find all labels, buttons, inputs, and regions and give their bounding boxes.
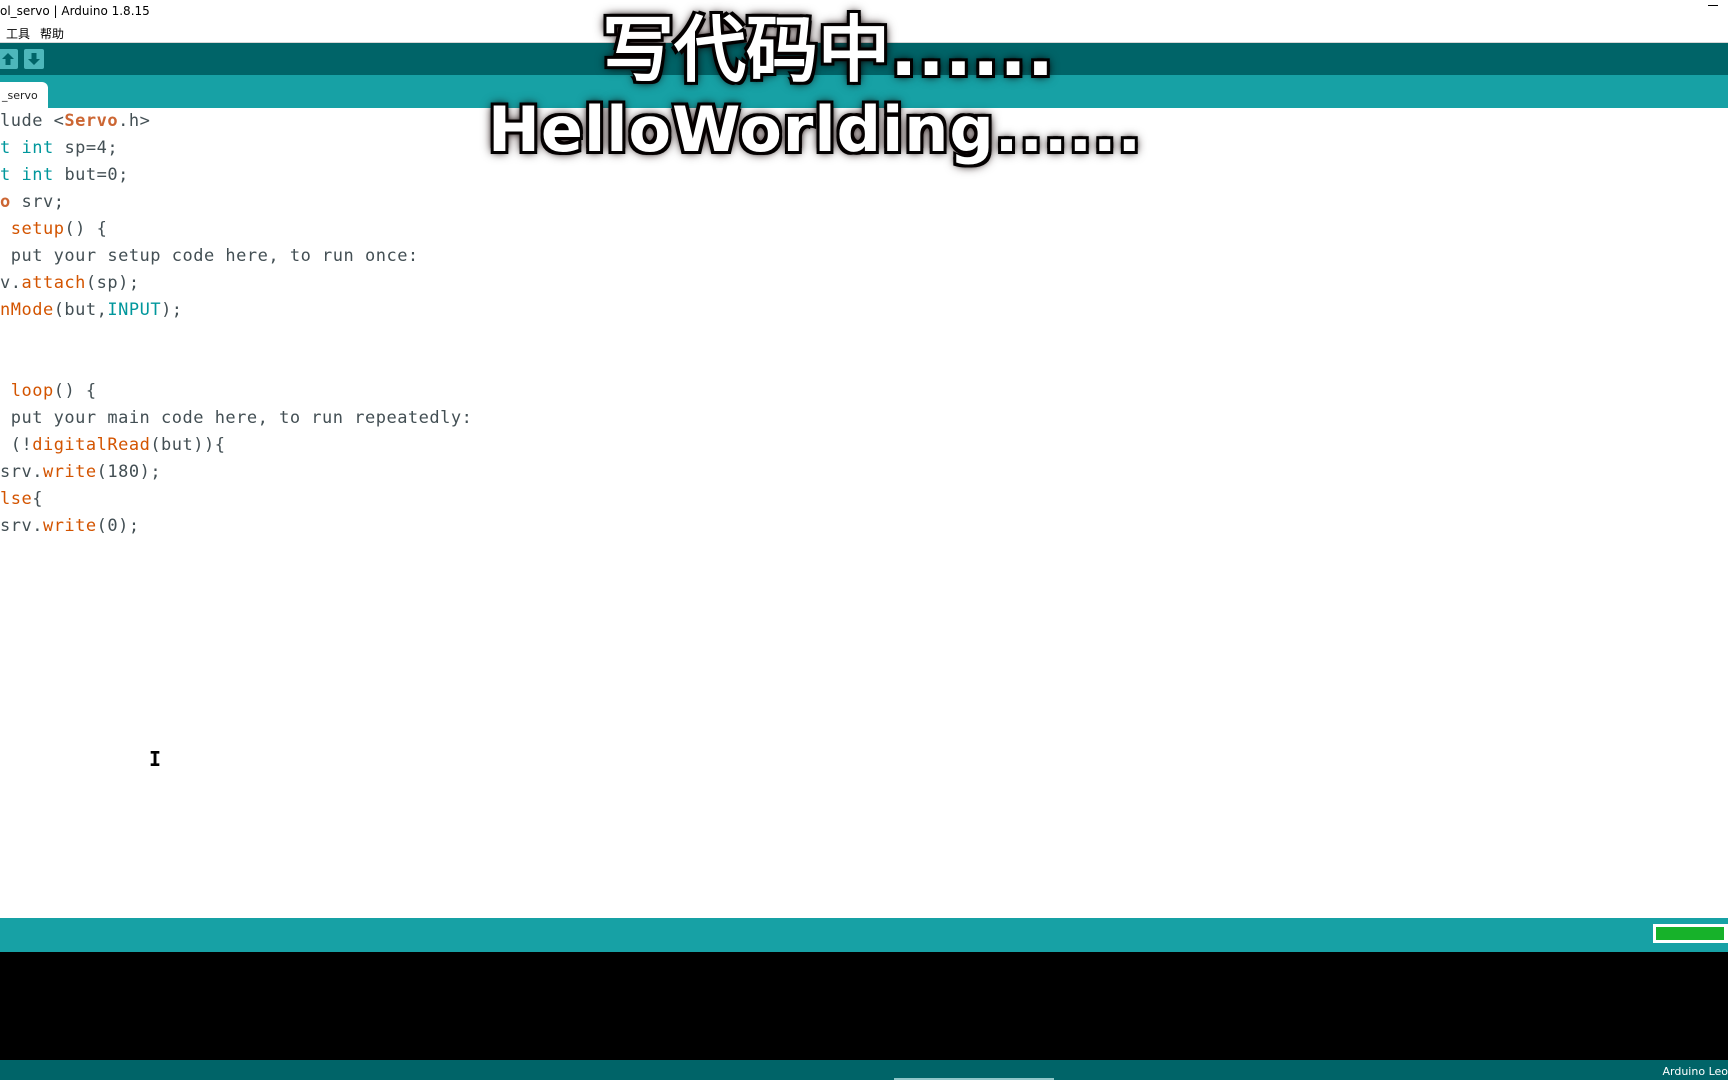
- arrow-down-icon: [28, 53, 40, 65]
- open-button[interactable]: [0, 49, 18, 69]
- overlay-caption-english: HelloWorlding......: [488, 93, 1143, 166]
- code-token: t: [0, 165, 22, 185]
- code-token: sp=4;: [53, 138, 119, 158]
- code-token: (but)){: [150, 435, 226, 455]
- code-token: setup: [10, 219, 65, 239]
- code-line[interactable]: srv.write(0);: [0, 516, 140, 543]
- code-token: t: [0, 138, 22, 158]
- code-token: srv;: [10, 192, 65, 212]
- code-line[interactable]: nMode(but,INPUT);: [0, 300, 183, 327]
- code-token: digitalRead: [32, 435, 151, 455]
- code-line[interactable]: setup() {: [0, 219, 107, 246]
- code-token: int: [21, 138, 54, 158]
- code-token: .h>: [118, 111, 151, 131]
- status-bar: Arduino Leo: [0, 1060, 1728, 1080]
- code-token: lude <: [0, 111, 65, 131]
- code-line[interactable]: v.attach(sp);: [0, 273, 140, 300]
- save-button[interactable]: [24, 49, 44, 69]
- code-token: );: [161, 300, 183, 320]
- code-token: (but,: [53, 300, 108, 320]
- code-line[interactable]: (!digitalRead(but)){: [0, 435, 225, 462]
- code-token: srv.: [0, 516, 43, 536]
- code-token: (!: [0, 435, 33, 455]
- code-line[interactable]: t int sp=4;: [0, 138, 118, 165]
- progress-bar: [1653, 924, 1728, 943]
- progress-fill: [1656, 927, 1724, 940]
- console-output[interactable]: [0, 952, 1728, 1060]
- board-name: Arduino Leo: [1662, 1065, 1728, 1078]
- menu-tools[interactable]: 工具: [6, 25, 30, 42]
- code-token: put your setup code here, to run once:: [0, 246, 419, 266]
- code-line[interactable]: loop() {: [0, 381, 97, 408]
- code-token: nMode: [0, 300, 54, 320]
- code-token: (180);: [96, 462, 162, 482]
- code-token: lse: [0, 489, 33, 509]
- code-token: loop: [10, 381, 54, 401]
- menu-help[interactable]: 帮助: [40, 25, 64, 42]
- code-token: {: [32, 489, 43, 509]
- code-line[interactable]: put your setup code here, to run once:: [0, 246, 419, 273]
- code-token: but=0;: [53, 165, 129, 185]
- text-cursor-icon: I: [149, 747, 162, 771]
- code-token: () {: [64, 219, 108, 239]
- minimize-icon[interactable]: [1706, 0, 1720, 10]
- window-title: ol_servo | Arduino 1.8.15: [0, 4, 150, 18]
- code-token: INPUT: [107, 300, 162, 320]
- code-line[interactable]: lse{: [0, 489, 43, 516]
- code-line[interactable]: lude <Servo.h>: [0, 111, 150, 138]
- arrow-up-icon: [2, 53, 14, 65]
- code-token: write: [42, 462, 97, 482]
- code-token: o: [0, 192, 11, 212]
- code-token: (sp);: [85, 273, 140, 293]
- code-token: int: [21, 165, 54, 185]
- editor-status-bar: [0, 918, 1728, 952]
- code-token: srv.: [0, 462, 43, 482]
- code-line[interactable]: srv.write(180);: [0, 462, 161, 489]
- overlay-caption-chinese: 写代码中......: [602, 8, 1055, 92]
- code-token: v.: [0, 273, 22, 293]
- tab-label: _servo: [2, 89, 38, 102]
- code-line[interactable]: t int but=0;: [0, 165, 129, 192]
- tab-sketch[interactable]: _servo: [0, 82, 48, 108]
- code-token: (0);: [96, 516, 140, 536]
- code-line[interactable]: o srv;: [0, 192, 64, 219]
- code-token: write: [42, 516, 97, 536]
- code-token: () {: [53, 381, 97, 401]
- code-token: Servo: [64, 111, 119, 131]
- code-line[interactable]: put your main code here, to run repeated…: [0, 408, 472, 435]
- code-token: attach: [21, 273, 86, 293]
- code-editor[interactable]: I lude <Servo.h> t int sp=4; t int but=0; o…: [0, 108, 1728, 918]
- code-token: put your main code here, to run repeated…: [0, 408, 473, 428]
